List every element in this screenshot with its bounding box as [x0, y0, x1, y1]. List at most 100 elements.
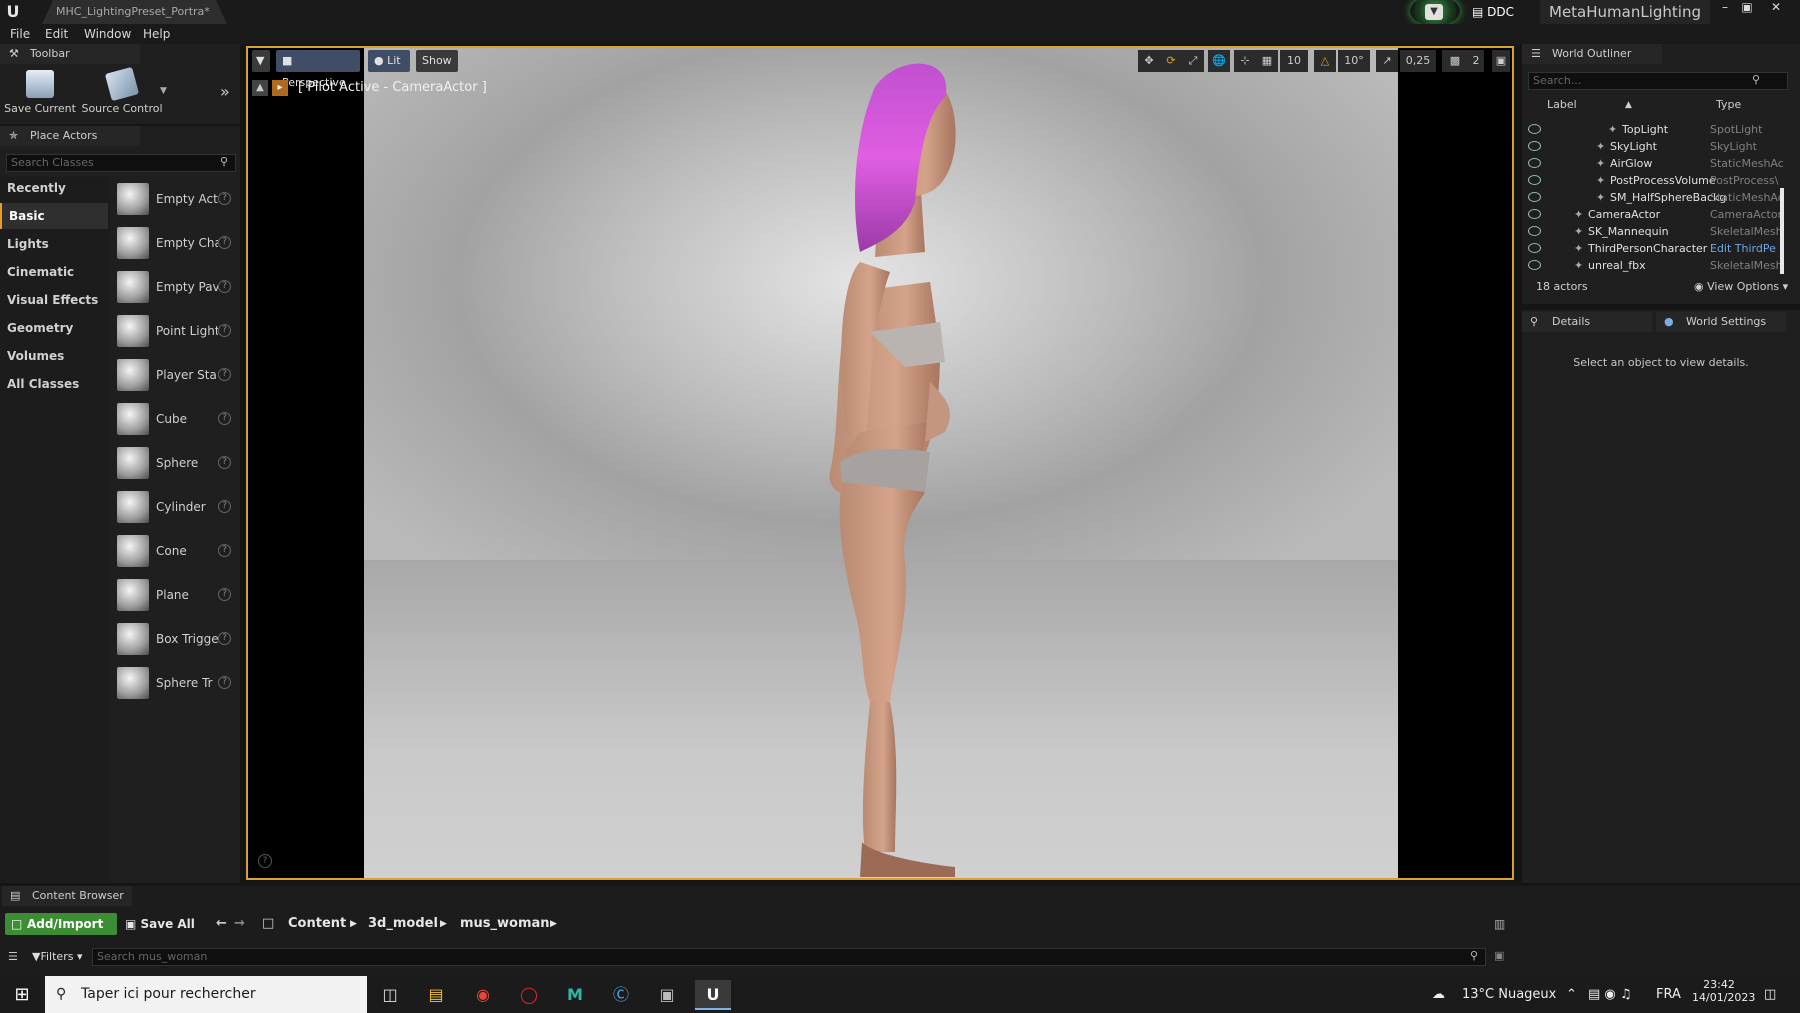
- taskbar-search-input[interactable]: Taper ici pour rechercher: [45, 976, 367, 1013]
- visibility-eye-icon[interactable]: [1528, 158, 1541, 168]
- filters-button[interactable]: ▼Filters ▾: [32, 948, 82, 966]
- search-icon[interactable]: ⚲: [220, 155, 228, 168]
- menu-help[interactable]: Help: [143, 24, 170, 44]
- world-outliner-tab[interactable]: ☰ World Outliner: [1522, 44, 1662, 64]
- camera-speed-value[interactable]: 2: [1468, 50, 1484, 72]
- category-visual-effects[interactable]: Visual Effects: [0, 287, 108, 313]
- source-control-button[interactable]: Source Control: [80, 66, 164, 120]
- visibility-eye-icon[interactable]: [1528, 192, 1541, 202]
- document-tab[interactable]: MHC_LightingPreset_Portra*: [42, 0, 227, 24]
- outliner-row-type[interactable]: Edit ThirdPe: [1710, 240, 1790, 257]
- outliner-scrollbar[interactable]: [1780, 188, 1784, 274]
- help-icon[interactable]: ?: [218, 280, 231, 293]
- content-search-icon[interactable]: ⚲: [1470, 949, 1478, 962]
- perspective-button[interactable]: ■ Perspective: [276, 50, 360, 89]
- help-icon[interactable]: ?: [218, 544, 231, 557]
- windows-start-icon[interactable]: ⊞: [4, 980, 40, 1010]
- chrome-icon[interactable]: ◉: [465, 980, 501, 1010]
- weather-text[interactable]: 13°C Nuageux: [1462, 976, 1556, 1013]
- weather-icon[interactable]: ☁: [1432, 976, 1445, 1013]
- actor-item[interactable]: Sphere?: [114, 443, 236, 483]
- opera-icon[interactable]: ◯: [511, 980, 547, 1010]
- outliner-row[interactable]: ✦ TopLight SpotLight: [1528, 121, 1788, 138]
- world-settings-tab[interactable]: ● World Settings: [1656, 312, 1786, 332]
- visibility-eye-icon[interactable]: [1528, 175, 1541, 185]
- actor-item[interactable]: Point Light?: [114, 311, 236, 351]
- content-browser-tab[interactable]: ▤ Content Browser: [2, 886, 132, 906]
- help-icon[interactable]: ?: [218, 500, 231, 513]
- maximize-button[interactable]: ▣: [1736, 0, 1758, 14]
- maximize-viewport-icon[interactable]: ▣: [1492, 50, 1510, 72]
- category-geometry[interactable]: Geometry: [0, 315, 108, 341]
- search-classes-input[interactable]: Search Classes: [6, 154, 236, 172]
- sources-toggle-icon[interactable]: ☰: [8, 950, 18, 963]
- rotation-snap-value[interactable]: 10°: [1338, 50, 1370, 72]
- rotate-icon[interactable]: ⟳: [1160, 50, 1182, 72]
- eject-icon[interactable]: ▲: [252, 80, 268, 96]
- actor-item[interactable]: Box Trigge?: [114, 619, 236, 659]
- notifications-icon[interactable]: ◫: [1764, 976, 1776, 1013]
- outliner-row[interactable]: ✦ ThirdPersonCharacter Edit ThirdPe: [1528, 240, 1788, 257]
- help-icon[interactable]: ?: [218, 368, 231, 381]
- toolbar-tab[interactable]: ⚒ Toolbar: [0, 44, 140, 64]
- unreal-logo-icon[interactable]: U: [3, 2, 23, 22]
- outliner-row[interactable]: ✦ AirGlow StaticMeshAc: [1528, 155, 1788, 172]
- help-icon[interactable]: ?: [218, 324, 231, 337]
- metahuman-app-icon[interactable]: M: [557, 980, 593, 1010]
- chevron-down-icon[interactable]: ▼: [160, 86, 167, 96]
- actor-item[interactable]: Plane?: [114, 575, 236, 615]
- scale-snap-value[interactable]: 0,25: [1400, 50, 1436, 72]
- visibility-eye-icon[interactable]: [1528, 243, 1541, 253]
- view-options-button[interactable]: ◉ View Options ▾: [1694, 280, 1788, 293]
- breadcrumb-arrow-icon[interactable]: ▶: [440, 913, 447, 935]
- world-space-icon[interactable]: 🌐: [1208, 50, 1230, 72]
- breadcrumb-mus-woman[interactable]: mus_woman: [460, 913, 550, 935]
- actor-item[interactable]: Cube?: [114, 399, 236, 439]
- visibility-eye-icon[interactable]: [1528, 260, 1541, 270]
- details-tab[interactable]: ⚲ Details: [1522, 312, 1652, 332]
- rotation-snap-icon[interactable]: △: [1314, 50, 1336, 72]
- type-column-header[interactable]: Type: [1716, 96, 1741, 114]
- scale-icon[interactable]: ⤢: [1182, 50, 1204, 72]
- help-icon[interactable]: ?: [218, 236, 231, 249]
- breadcrumb-content[interactable]: Content: [288, 913, 346, 935]
- grid-snap-icon[interactable]: ▦: [1256, 50, 1278, 72]
- actor-item[interactable]: Empty Pav?: [114, 267, 236, 307]
- outliner-row[interactable]: ✦ CameraActor CameraActor: [1528, 206, 1788, 223]
- close-button[interactable]: ✕: [1765, 0, 1787, 14]
- actor-item[interactable]: Empty Act?: [114, 179, 236, 219]
- visibility-eye-icon[interactable]: [1528, 124, 1541, 134]
- visibility-eye-icon[interactable]: [1528, 141, 1541, 151]
- language-indicator[interactable]: FRA: [1656, 976, 1681, 1013]
- window-app-icon[interactable]: ▣: [649, 980, 685, 1010]
- content-search-input[interactable]: Search mus_woman: [92, 948, 1486, 966]
- save-current-button[interactable]: Save Current: [4, 70, 76, 120]
- scale-snap-icon[interactable]: ↗: [1376, 50, 1398, 72]
- task-view-icon[interactable]: ◫: [372, 980, 408, 1010]
- menu-edit[interactable]: Edit: [45, 24, 68, 44]
- actor-item[interactable]: Cylinder?: [114, 487, 236, 527]
- clock[interactable]: 23:42 14/01/2023: [1692, 978, 1755, 1004]
- category-lights[interactable]: Lights: [0, 231, 108, 257]
- actor-item[interactable]: Player Sta?: [114, 355, 236, 395]
- outliner-row[interactable]: ✦ PostProcessVolume PostProcess\: [1528, 172, 1788, 189]
- breadcrumb-3d-model[interactable]: 3d_model: [368, 913, 438, 935]
- outliner-row[interactable]: ✦ SK_Mannequin SkeletalMesh: [1528, 223, 1788, 240]
- breadcrumb-arrow-icon[interactable]: ▶: [350, 913, 357, 935]
- save-all-button[interactable]: ▣ Save All: [125, 913, 195, 935]
- camera-speed-icon[interactable]: ▩: [1442, 50, 1468, 72]
- outliner-search-input[interactable]: Search...: [1528, 72, 1788, 90]
- category-cinematic[interactable]: Cinematic: [0, 259, 108, 285]
- outliner-row[interactable]: ✦ SkyLight SkyLight: [1528, 138, 1788, 155]
- help-icon[interactable]: ?: [258, 854, 272, 868]
- label-column-header[interactable]: Label: [1547, 96, 1577, 114]
- lock-icon[interactable]: ▥: [1494, 913, 1505, 935]
- help-icon[interactable]: ?: [218, 412, 231, 425]
- outliner-row[interactable]: ✦ SM_HalfSphereBackg StaticMeshAc: [1528, 189, 1788, 206]
- visibility-eye-icon[interactable]: [1528, 209, 1541, 219]
- help-icon[interactable]: ?: [218, 632, 231, 645]
- actor-item[interactable]: Cone?: [114, 531, 236, 571]
- forward-arrow-icon[interactable]: →: [234, 913, 245, 935]
- unreal-taskbar-icon[interactable]: U: [695, 980, 731, 1010]
- outliner-search-icon[interactable]: ⚲: [1752, 73, 1760, 86]
